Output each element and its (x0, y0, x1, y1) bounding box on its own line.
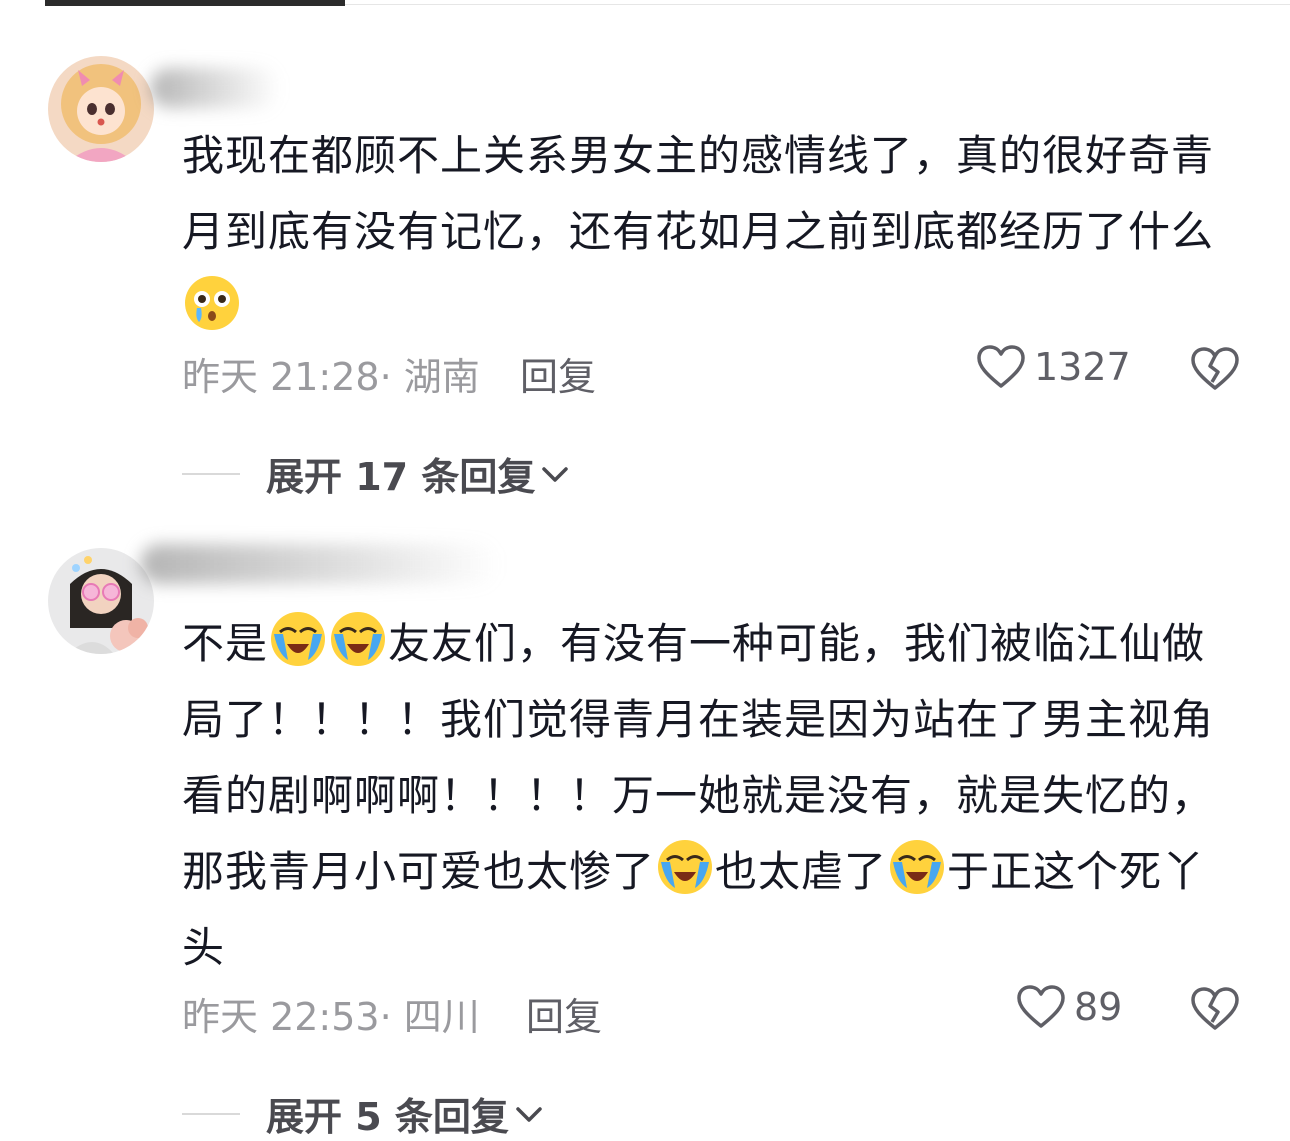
broken-heart-icon[interactable] (1190, 986, 1240, 1032)
heart-outline-icon (977, 345, 1025, 388)
location: 湖南 (403, 355, 480, 399)
loudly-crying-emoji (658, 840, 713, 894)
crying-pleading-emoji (185, 276, 239, 330)
comment-meta: 昨天 22:53· 四川 (182, 986, 480, 1041)
username-blurred (150, 68, 280, 108)
like-button[interactable]: 89 (1016, 984, 1122, 1030)
comment-text: 我现在都顾不上关系男女主的感情线了，真的很好奇青月到底有没有记忆，还有花如月之前… (182, 118, 1227, 346)
reply-button[interactable]: 回复 (526, 986, 602, 1041)
comment-text-part: 不是 (182, 619, 269, 668)
expand-dash (182, 472, 240, 475)
like-count: 89 (1074, 985, 1123, 1029)
chevron-down-icon (516, 1106, 542, 1122)
like-button[interactable]: 1327 (976, 344, 1131, 390)
comment-text-part: 我现在都顾不上关系男女主的感情线了，真的很好奇青月到底有没有记忆，还有花如月之前… (182, 131, 1215, 256)
avatar[interactable] (48, 56, 154, 162)
top-divider (0, 0, 1290, 8)
location: 四川 (403, 995, 480, 1039)
expand-dash (182, 1112, 240, 1115)
meta-separator: · (379, 355, 404, 399)
loudly-crying-emoji (331, 612, 386, 666)
comment-text-part: 也太虐了 (715, 847, 888, 896)
top-dark-strip (45, 0, 345, 6)
top-line (345, 4, 1290, 5)
chevron-down-icon (542, 466, 569, 482)
reply-button[interactable]: 回复 (520, 346, 596, 401)
expand-replies[interactable]: 展开 5 条回复 (182, 1086, 545, 1141)
loudly-crying-emoji (890, 840, 945, 894)
broken-heart-icon[interactable] (1190, 346, 1240, 392)
expand-label: 展开 5 条回复 (266, 1095, 509, 1139)
comment-meta: 昨天 21:28· 湖南 (182, 346, 480, 401)
like-count: 1327 (1034, 345, 1131, 389)
expand-replies[interactable]: 展开 17 条回复 (182, 446, 571, 501)
girl-avatar-icon (48, 56, 154, 162)
comment-text: 不是 友友们，有没有一种可能，我们被临江仙做局了！！！！我们觉得青月在装是因为站… (182, 606, 1227, 986)
heart-outline-icon (1017, 985, 1065, 1028)
username-blurred (140, 544, 500, 584)
girl-avatar-icon (48, 548, 154, 654)
meta-separator: · (379, 995, 404, 1039)
loudly-crying-emoji (271, 612, 326, 666)
timestamp: 昨天 22:53 (182, 995, 380, 1039)
avatar[interactable] (48, 548, 154, 654)
expand-label: 展开 17 条回复 (266, 455, 536, 499)
timestamp: 昨天 21:28 (182, 355, 380, 399)
